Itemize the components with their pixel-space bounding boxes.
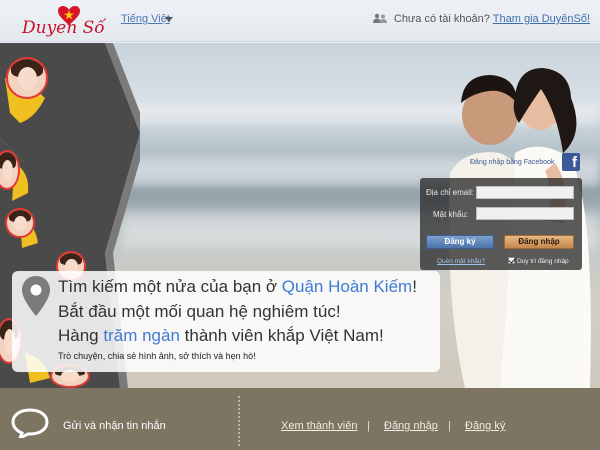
password-field[interactable]	[476, 207, 574, 220]
facebook-login-link[interactable]: Đăng nhập bằng Facebook	[470, 159, 554, 166]
facebook-icon[interactable]: f	[562, 153, 580, 171]
join-link[interactable]: Tham gia DuyênSố!	[493, 13, 590, 25]
logo-text: Duyen Số	[22, 18, 105, 38]
separator: |	[448, 420, 451, 432]
tagline-line-1: Tìm kiếm một nửa của bạn ở Quận Hoàn Kiế…	[58, 277, 417, 296]
chevron-down-icon[interactable]	[165, 17, 173, 22]
email-label: Địa chỉ email:	[426, 188, 475, 197]
tagline-line-2: Bắt đầu một mối quan hệ nghiêm túc!	[58, 302, 341, 321]
language-selector[interactable]: Tiếng Việt	[121, 13, 170, 25]
login-form: Địa chỉ email: Mật khẩu: Đăng ký Đăng nh…	[420, 178, 582, 270]
tagline-box: Tìm kiếm một nửa của bạn ở Quận Hoàn Kiế…	[12, 271, 440, 372]
people-icon	[372, 13, 387, 23]
account-question: Chưa có tài khoản?	[393, 13, 490, 25]
remember-checkbox[interactable]	[508, 257, 515, 264]
footer-login-link[interactable]: Đăng nhập	[384, 420, 438, 432]
view-members-link[interactable]: Xem thành viên	[281, 420, 357, 432]
footer-message: Gửi và nhận tin nhắn	[63, 420, 166, 432]
location-highlight[interactable]: Quận Hoàn Kiếm	[282, 277, 412, 296]
divider	[238, 396, 240, 446]
forgot-password-link[interactable]: Quên mật khẩu?	[437, 258, 485, 265]
remember-me[interactable]: Duy trì đăng nhập	[508, 257, 569, 265]
register-button[interactable]: Đăng ký	[426, 235, 494, 249]
password-label: Mật khẩu:	[433, 210, 469, 219]
member-avatar[interactable]	[6, 57, 48, 99]
chat-bubble-icon	[11, 408, 49, 438]
logo[interactable]: Duyen Số	[22, 6, 106, 40]
account-prompt: Chưa có tài khoản? Tham gia DuyênSố!	[372, 13, 590, 25]
header: Duyen Số Tiếng Việt Chưa có tài khoản? T…	[0, 0, 600, 42]
remember-label: Duy trì đăng nhập	[517, 258, 569, 265]
location-pin-icon	[22, 276, 50, 316]
member-avatar[interactable]	[5, 208, 35, 238]
footer: Gửi và nhận tin nhắn Xem thành viên | Đă…	[0, 388, 600, 450]
separator: |	[367, 420, 370, 432]
tagline-line-4: Trò chuyện, chia sẻ hình ảnh, sở thích v…	[58, 351, 256, 361]
tagline-line-3: Hàng trăm ngàn thành viên khắp Việt Nam!	[58, 326, 384, 345]
email-field[interactable]	[476, 186, 574, 199]
login-button[interactable]: Đăng nhập	[504, 235, 574, 249]
footer-register-link[interactable]: Đăng ký	[465, 420, 505, 432]
